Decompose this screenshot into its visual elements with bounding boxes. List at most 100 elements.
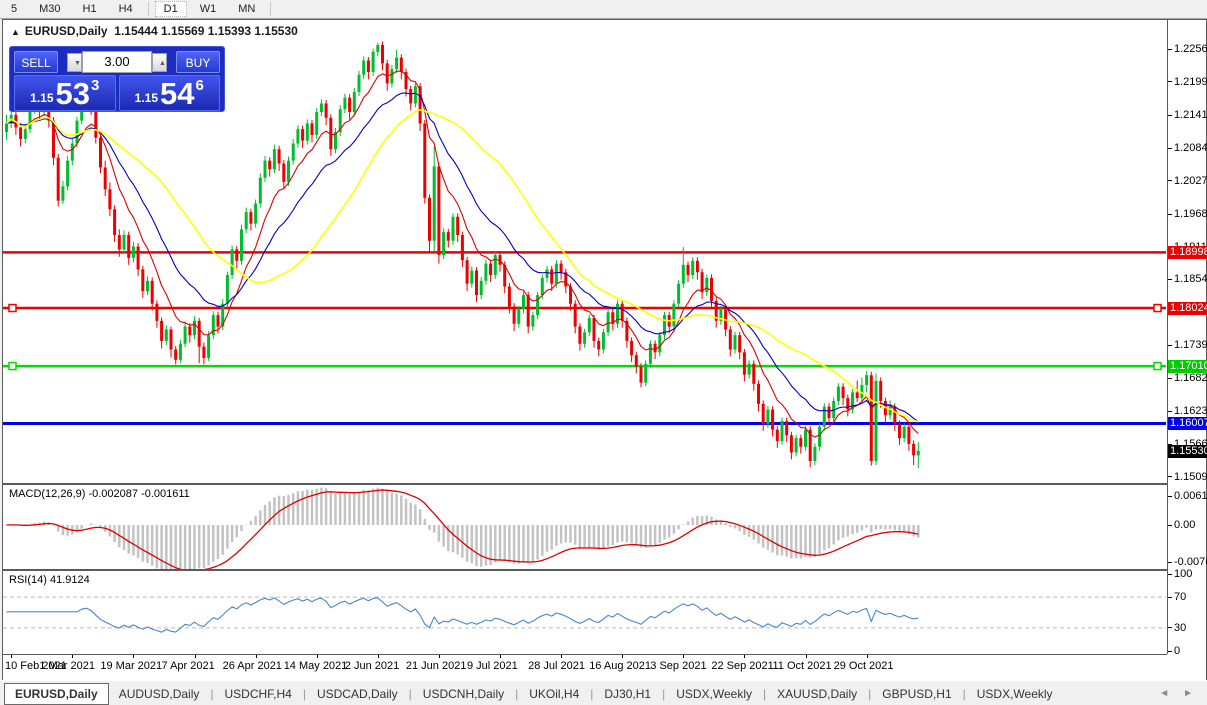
bearish-candle [108,189,111,209]
timeframe-button-h1[interactable]: H1 [74,1,106,17]
date-axis[interactable]: 10 Feb 20211 Mar 202119 Mar 20217 Apr 20… [3,655,1167,679]
bullish-candle [193,321,196,335]
tab-scroll-left-icon[interactable]: ◄ [1159,688,1169,699]
bearish-candle [301,129,304,140]
bearish-candle [785,421,788,435]
chart-tab-usdx-weekly[interactable]: USDX,Weekly [666,684,762,704]
chart-tab-usdchf-h4[interactable]: USDCHF,H4 [215,684,302,704]
chart-tab-usdcad-daily[interactable]: USDCAD,Daily [307,684,408,704]
sell-price-display[interactable]: 1.15 53 3 [14,75,116,111]
chart-tab-usdx-weekly[interactable]: USDX,Weekly [967,684,1063,704]
price-badge-1.18024: 1.18024 [1168,302,1207,315]
bearish-candle [461,235,464,260]
bearish-candle [842,387,845,398]
bearish-candle [99,138,102,168]
buy-price-display[interactable]: 1.15 54 6 [119,75,221,111]
timeframe-button-5[interactable]: 5 [2,1,26,17]
rsi-indicator-pane[interactable]: RSI(14) 41.9124 [3,571,1167,655]
chart-tab-gbpusd-h1[interactable]: GBPUSD,H1 [872,684,961,704]
bearish-candle [423,123,426,197]
chart-tab-eurusd-daily[interactable]: EURUSD,Daily [4,683,109,705]
line-drag-handle[interactable] [9,363,16,370]
timeframe-button-m30[interactable]: M30 [30,1,69,17]
date-label: 16 Aug 2021 [589,660,651,672]
bearish-candle [367,61,370,72]
bearish-candle [381,45,384,63]
chart-tab-usdcnh-daily[interactable]: USDCNH,Daily [413,684,514,704]
bullish-candle [555,264,558,284]
date-label: 7 Apr 2021 [162,660,215,672]
bullish-candle [231,249,234,275]
chart-tab-dj30-h1[interactable]: DJ30,H1 [594,684,661,704]
main-price-pane[interactable]: ▲EURUSD,Daily 1.15444 1.15569 1.15393 1.… [3,20,1167,485]
rsi-canvas[interactable] [3,571,1166,654]
horizontal-line-1.17010[interactable] [3,363,1166,370]
bearish-candle [409,89,412,103]
tab-separator: | [662,687,665,701]
date-tick [806,655,807,658]
bullish-candle [804,430,807,447]
price-badge-1.15530: 1.15530 [1168,445,1207,458]
bearish-candle [160,321,163,341]
bearish-candle [489,264,492,275]
chart-tab-xauusd-daily[interactable]: XAUUSD,Daily [767,684,867,704]
bullish-candle [865,375,868,385]
buy-price-prefix: 1.15 [135,91,158,105]
date-tick [195,655,196,658]
trade-panel-toggle-icon[interactable]: ▲ [11,27,20,37]
volume-decrease-button[interactable]: ▼ [67,53,82,72]
bearish-candle [155,304,158,321]
bearish-candle [188,327,191,336]
timeframe-button-w1[interactable]: W1 [191,1,226,17]
tab-separator: | [763,687,766,701]
chart-tab-ukoil-h4[interactable]: UKOil,H4 [519,684,589,704]
line-drag-handle[interactable] [9,305,16,312]
tab-separator: | [210,687,213,701]
bullish-candle [602,332,605,349]
bullish-candle [682,265,685,284]
date-tick [378,655,379,658]
bullish-candle [71,143,74,160]
rsi-axis-label: 30 [1168,622,1186,634]
bullish-candle [259,178,262,204]
symbol-title: EURUSD,Daily [25,24,108,38]
chart-tab-audusd-daily[interactable]: AUDUSD,Daily [109,684,210,704]
date-label: 19 Mar 2021 [100,660,162,672]
bearish-candle [640,367,643,383]
bearish-candle [621,304,624,321]
bearish-candle [437,166,440,255]
bearish-candle [776,430,779,441]
price-tick-label: 1.17390 [1168,339,1207,351]
line-drag-handle[interactable] [1154,363,1161,370]
timeframe-button-mn[interactable]: MN [229,1,264,17]
tab-scroll-right-icon[interactable]: ► [1183,688,1193,699]
timeframe-button-h4[interactable]: H4 [110,1,142,17]
bullish-candle [320,103,323,112]
bullish-candle [390,69,393,83]
timeframe-button-d1[interactable]: D1 [155,1,187,17]
bearish-candle [757,384,760,404]
line-drag-handle[interactable] [1154,305,1161,312]
volume-input[interactable]: 3.00 [82,51,152,73]
bearish-candle [597,341,600,350]
bullish-candle [484,264,487,281]
buy-button[interactable]: BUY [176,51,220,73]
rsi-axis-label: 100 [1168,568,1192,580]
date-label: 28 Jul 2021 [528,660,585,672]
sell-button[interactable]: SELL [14,51,58,73]
bullish-candle [766,410,769,424]
volume-increase-button[interactable]: ▲ [152,53,167,72]
bullish-candle [315,112,318,135]
bullish-candle [691,261,694,275]
price-axis[interactable]: 1.225651.219951.214101.208401.202701.196… [1168,20,1206,679]
bullish-candle [658,335,661,352]
bullish-candle [296,129,299,143]
macd-indicator-pane[interactable]: MACD(12,26,9) -0.002087 -0.001611 [3,485,1167,571]
bullish-candle [442,232,445,255]
bearish-candle [898,424,901,438]
price-tick-label: 1.15095 [1168,471,1207,483]
rsi-axis-label: 0 [1168,645,1180,657]
sell-price-prefix: 1.15 [30,91,53,105]
bullish-candle [362,61,365,75]
bearish-candle [828,407,831,418]
